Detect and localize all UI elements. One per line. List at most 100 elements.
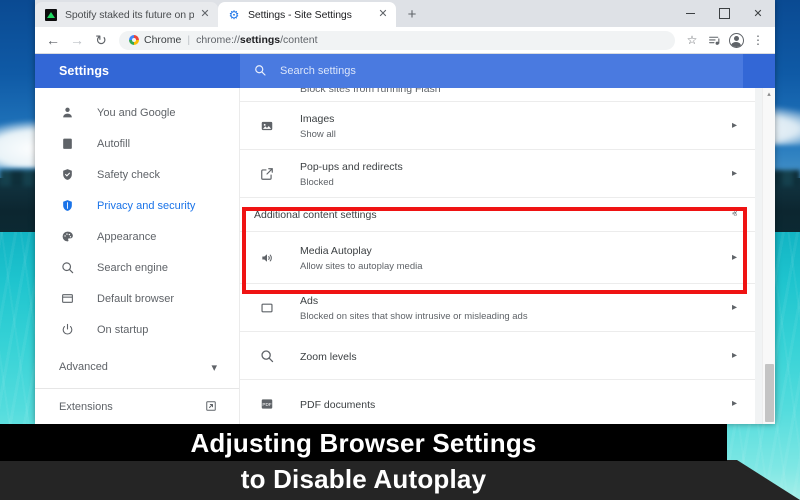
row-title: Media Autoplay	[300, 245, 372, 257]
ads-icon	[258, 301, 276, 315]
window-controls: ✕	[673, 0, 775, 27]
sidebar-item-label: Appearance	[97, 230, 157, 243]
settings-body: You and Google Autofill Safety check Pri…	[35, 88, 775, 424]
row-images[interactable]: Images Show all ▸	[240, 102, 755, 150]
magnifier-icon	[59, 261, 76, 274]
url-prefix: chrome://	[196, 34, 240, 46]
content-scrollbar[interactable]: ▴	[762, 88, 775, 424]
sidebar-item-label: Autofill	[97, 137, 131, 150]
scroll-up-arrow-icon[interactable]: ▴	[763, 88, 775, 100]
tab-strip: Spotify staked its future on podc ✕ ⚙ Se…	[35, 0, 775, 27]
profile-avatar-icon[interactable]	[725, 29, 747, 51]
settings-sidebar: You and Google Autofill Safety check Pri…	[35, 88, 240, 424]
sidebar-extensions-label: Extensions	[59, 401, 113, 413]
row-subtitle: Allow sites to autoplay media	[300, 261, 423, 272]
svg-text:PDF: PDF	[262, 401, 271, 406]
speaker-icon	[258, 251, 276, 265]
chevron-up-icon[interactable]: ⱏ	[732, 209, 737, 220]
row-zoom-levels[interactable]: Zoom levels ▸	[240, 332, 755, 380]
close-window-button[interactable]: ✕	[741, 0, 775, 27]
search-settings-bar[interactable]	[240, 54, 743, 88]
scrollbar-thumb[interactable]	[765, 364, 774, 422]
search-icon	[254, 64, 266, 79]
settings-search-wrap	[240, 54, 775, 88]
row-media-autoplay[interactable]: Media Autoplay Allow sites to autoplay m…	[240, 232, 755, 284]
settings-title: Settings	[59, 64, 110, 78]
sidebar-item-autofill[interactable]: Autofill	[35, 128, 239, 159]
maximize-button[interactable]	[707, 0, 741, 27]
person-icon	[59, 106, 76, 119]
sidebar-item-default-browser[interactable]: Default browser	[35, 283, 239, 314]
chevron-right-icon[interactable]: ▸	[725, 350, 737, 361]
image-icon	[258, 119, 276, 133]
row-subtitle: Blocked	[300, 177, 334, 188]
sidebar-item-appearance[interactable]: Appearance	[35, 221, 239, 252]
sidebar-item-search-engine[interactable]: Search engine	[35, 252, 239, 283]
chevron-right-icon[interactable]: ▸	[725, 398, 737, 409]
minimize-button[interactable]	[673, 0, 707, 27]
url-bold-segment: settings	[239, 34, 281, 46]
sidebar-item-privacy-and-security[interactable]: Privacy and security	[35, 190, 239, 221]
avatar	[728, 32, 744, 48]
forward-button[interactable]: →	[65, 28, 89, 52]
tab-settings[interactable]: ⚙ Settings - Site Settings ✕	[218, 2, 396, 27]
omnibox-separator: |	[187, 34, 191, 46]
settings-content: Block sites from running Flash Images Sh…	[240, 88, 775, 424]
chrome-label: Chrome	[144, 34, 182, 46]
caption-line-2: to Disable Autoplay	[240, 464, 487, 494]
row-title: Zoom levels	[300, 350, 357, 363]
reload-button[interactable]: ↻	[89, 28, 113, 52]
tab-close-button[interactable]: ✕	[198, 8, 212, 22]
tab-title: Settings - Site Settings	[248, 8, 352, 21]
back-button[interactable]: ←	[41, 28, 65, 52]
row-text: Pop-ups and redirects Blocked	[300, 157, 725, 190]
settings-header: Settings	[35, 54, 775, 88]
chevron-right-icon[interactable]: ▸	[725, 120, 737, 131]
group-additional-content-settings[interactable]: Additional content settings ⱏ	[240, 198, 755, 232]
shield-check-icon	[59, 168, 76, 181]
new-tab-button[interactable]: +	[399, 2, 425, 27]
row-text: Ads Blocked on sites that show intrusive…	[300, 291, 725, 324]
sidebar-item-label: Default browser	[97, 292, 175, 305]
row-title: Block sites from running Flash	[300, 88, 441, 95]
chevron-down-icon: ▾	[211, 361, 217, 374]
chrome-badge: Chrome	[129, 34, 181, 46]
search-input[interactable]	[280, 65, 743, 77]
row-text: Zoom levels	[300, 347, 725, 365]
row-pdf-documents[interactable]: PDF PDF documents ▸	[240, 380, 755, 424]
sidebar-item-on-startup[interactable]: On startup	[35, 314, 239, 345]
pdf-icon: PDF	[258, 397, 276, 411]
row-text: Images Show all	[300, 109, 725, 142]
chrome-menu-icon[interactable]: ⋮	[747, 29, 769, 51]
sidebar-item-safety-check[interactable]: Safety check	[35, 159, 239, 190]
shield-icon	[59, 199, 76, 212]
tab-close-button[interactable]: ✕	[376, 8, 390, 22]
row-flash-partial[interactable]: Block sites from running Flash	[240, 88, 755, 102]
magnifier-icon	[258, 349, 276, 363]
sidebar-item-you-and-google[interactable]: You and Google	[35, 97, 239, 128]
row-popups-and-redirects[interactable]: Pop-ups and redirects Blocked ▸	[240, 150, 755, 198]
url-suffix: /content	[280, 34, 318, 46]
tab-title: Spotify staked its future on podc	[65, 8, 194, 21]
caption-line-1: Adjusting Browser Settings	[190, 428, 537, 458]
sidebar-advanced-toggle[interactable]: Advanced ▾	[35, 349, 239, 385]
popup-icon	[258, 167, 276, 181]
media-control-icon[interactable]	[703, 29, 725, 51]
external-link-icon	[205, 400, 217, 415]
bookmark-star-icon[interactable]: ☆	[681, 29, 703, 51]
chevron-right-icon[interactable]: ▸	[725, 302, 737, 313]
caption-banner: Adjusting Browser Settings to Disable Au…	[0, 424, 800, 500]
sidebar-item-extensions[interactable]: Extensions	[35, 389, 239, 424]
url-text: chrome://settings/content	[196, 34, 317, 46]
sidebar-item-label: You and Google	[97, 106, 176, 119]
row-ads[interactable]: Ads Blocked on sites that show intrusive…	[240, 284, 755, 332]
row-subtitle: Blocked on sites that show intrusive or …	[300, 311, 528, 322]
chevron-right-icon[interactable]: ▸	[725, 252, 737, 263]
address-bar[interactable]: Chrome | chrome://settings/content	[119, 30, 675, 50]
group-label: Additional content settings	[254, 208, 377, 221]
sidebar-item-label: Search engine	[97, 261, 168, 274]
chevron-right-icon[interactable]: ▸	[725, 168, 737, 179]
tab-spotify[interactable]: Spotify staked its future on podc ✕	[35, 2, 218, 27]
sidebar-advanced-label: Advanced	[59, 361, 108, 373]
power-icon	[59, 323, 76, 336]
